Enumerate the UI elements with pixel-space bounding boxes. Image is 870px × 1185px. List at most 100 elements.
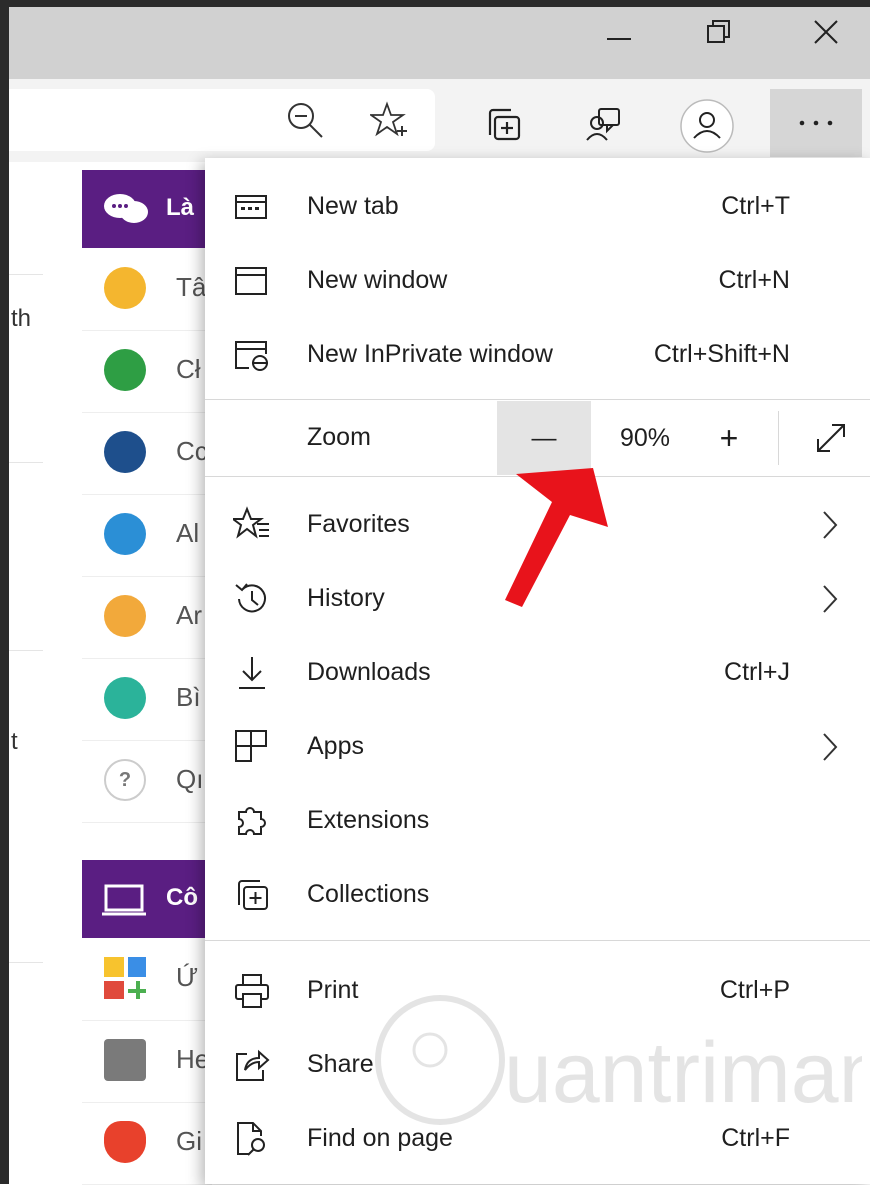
collections-toolbar-icon[interactable] [478,100,528,150]
truncated-text: t [11,728,18,755]
minus-icon: — [531,423,557,452]
menu-item-shortcut: Ctrl+N [718,266,790,294]
list-item[interactable]: Ứ [82,938,212,1021]
chat-icon [104,194,148,223]
tech-hands-icon [104,431,146,473]
menu-divider [205,399,870,400]
menu-divider [205,940,870,941]
watermark-text: uantrimang [504,1025,862,1121]
section-title: Cô [166,884,198,911]
extensions-icon [238,807,266,835]
restore-button[interactable] [689,7,749,57]
plus-icon: + [719,419,739,456]
window-frame-top [0,0,870,7]
apps-icon [235,730,267,762]
list-item[interactable]: Al [82,494,212,577]
fullscreen-button[interactable] [801,401,861,475]
feedback-icon[interactable] [578,100,628,150]
minimize-icon [607,38,631,40]
title-bar [9,7,870,79]
list-item-label: Tâ [176,272,207,302]
menu-item-label: New tab [307,192,399,220]
window-frame-left [0,0,9,1184]
downloads-icon [239,657,265,689]
menu-item-shortcut: Ctrl+T [721,192,790,220]
list-item[interactable]: Tâ [82,248,212,331]
list-item-label: Qı [176,764,204,794]
list-item-label: Cł [176,354,201,384]
laptop-icon [102,884,146,916]
list-item-label: Ar [176,600,202,630]
menu-item-downloads[interactable]: Downloads Ctrl+J [205,636,870,710]
list-item-label: Bì [176,682,201,712]
minimize-button[interactable] [589,7,649,57]
list-item[interactable]: He [82,1020,212,1103]
menu-item-new-inprivate-window[interactable]: New InPrivate window Ctrl+Shift+N [205,318,870,392]
robot-icon [104,595,146,637]
brain-icon [104,513,146,555]
share-icon [236,1049,270,1081]
new-tab-icon [235,195,267,219]
menu-item-label: New window [307,266,448,294]
apps-grid-icon [104,957,146,999]
zoom-out-icon[interactable] [281,101,331,141]
divider [9,462,43,463]
menu-item-collections[interactable]: Collections [205,858,870,932]
section-header[interactable]: Cô [82,860,212,938]
list-item[interactable]: Cł [82,330,212,413]
inprivate-icon [235,341,268,371]
map-icon [104,677,146,719]
section-header[interactable]: Là [82,170,212,248]
profile-icon[interactable] [678,97,736,155]
menu-item-new-tab[interactable]: New tab Ctrl+T [205,170,870,244]
menu-item-label: Print [307,976,359,1004]
avatar-icon [104,267,146,309]
list-item-label: Cc [176,436,208,466]
list-item[interactable]: Gi [82,1102,212,1185]
chevron-right-icon [823,733,838,761]
divider [9,650,43,651]
fullscreen-icon [817,424,845,452]
list-item[interactable]: Cc [82,412,212,495]
menu-item-apps[interactable]: Apps [205,710,870,784]
find-on-page-icon [237,1122,265,1156]
annotation-arrow [505,468,608,607]
list-item[interactable]: ? Qı [82,740,212,823]
server-icon [104,1039,146,1081]
settings-more-icon [799,120,833,126]
menu-item-label: Apps [307,732,364,760]
list-item[interactable]: Ar [82,576,212,659]
menu-item-label: Extensions [307,806,430,834]
print-icon [235,974,269,1008]
menu-item-new-window[interactable]: New window Ctrl+N [205,244,870,318]
megaphone-icon [104,349,146,391]
chevron-right-icon [823,511,838,539]
add-favorite-icon[interactable] [365,101,415,141]
truncated-text: th [11,305,32,332]
settings-more-button[interactable] [770,89,862,157]
menu-item-shortcut: Ctrl+J [724,658,790,686]
history-icon [235,583,266,613]
menu-item-label: Favorites [307,510,410,538]
close-icon [814,20,838,44]
list-item[interactable]: Bì [82,658,212,741]
zoom-in-button[interactable]: + [699,401,759,475]
menu-item-shortcut: Ctrl+Shift+N [653,340,790,368]
address-bar[interactable] [9,89,435,151]
list-item-label: Gi [176,1126,202,1156]
favorites-icon [233,506,269,539]
chevron-right-icon [823,585,838,613]
menu-item-label: Share [307,1050,374,1078]
watermark-logo: uantrimang [372,990,870,1135]
list-item-label: Al [176,518,200,548]
restore-icon [707,20,730,43]
menu-item-extensions[interactable]: Extensions [205,784,870,858]
new-window-icon [235,267,267,295]
list-item-label: Ứ [176,962,199,992]
close-button[interactable] [796,7,856,57]
question-icon: ? [104,759,146,801]
section-title: Là [166,194,195,221]
menu-item-label: History [307,584,385,612]
menu-item-label: New InPrivate window [307,340,553,368]
menu-item-label: Collections [307,880,430,908]
